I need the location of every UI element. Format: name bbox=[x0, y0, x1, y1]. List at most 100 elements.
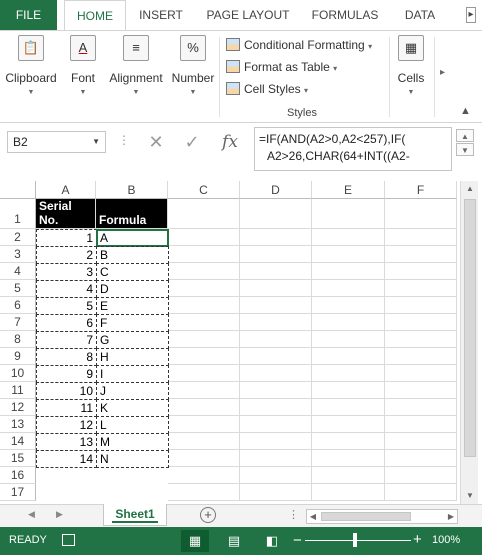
column-header-b[interactable]: B bbox=[96, 181, 168, 199]
enter-icon[interactable]: ✓ bbox=[179, 130, 205, 154]
select-all-corner[interactable] bbox=[0, 181, 36, 199]
row-header-6[interactable]: 6 bbox=[0, 297, 36, 314]
vertical-scrollbar[interactable]: ▲ ▼ bbox=[460, 181, 478, 504]
cell[interactable] bbox=[385, 199, 457, 229]
cell[interactable] bbox=[168, 433, 240, 450]
cell[interactable] bbox=[240, 199, 312, 229]
cell[interactable] bbox=[240, 246, 312, 263]
add-sheet-icon[interactable]: + bbox=[200, 507, 216, 523]
cell[interactable] bbox=[240, 263, 312, 280]
cell-serial[interactable]: 12 bbox=[36, 416, 97, 434]
page-layout-view-icon[interactable]: ▤ bbox=[220, 530, 248, 552]
horizontal-scrollbar[interactable]: ◀ ▶ bbox=[306, 509, 458, 524]
cell[interactable] bbox=[385, 297, 457, 314]
cell[interactable] bbox=[168, 382, 240, 399]
cell[interactable] bbox=[312, 199, 385, 229]
cell[interactable] bbox=[385, 348, 457, 365]
cell[interactable] bbox=[240, 365, 312, 382]
row-header-13[interactable]: 13 bbox=[0, 416, 36, 433]
cell[interactable] bbox=[168, 416, 240, 433]
zoom-slider-knob[interactable] bbox=[353, 533, 357, 547]
cell-b1-header[interactable]: Formula bbox=[96, 199, 168, 229]
cell-formula[interactable]: N bbox=[96, 450, 169, 468]
cell-formula[interactable]: F bbox=[96, 314, 169, 332]
cell-serial[interactable]: 4 bbox=[36, 280, 97, 298]
cell-formula[interactable]: M bbox=[96, 433, 169, 451]
page-break-preview-icon[interactable]: ◧ bbox=[258, 530, 286, 552]
cell[interactable] bbox=[168, 280, 240, 297]
column-header-e[interactable]: E bbox=[312, 181, 385, 199]
scroll-thumb[interactable] bbox=[464, 199, 476, 457]
normal-view-icon[interactable]: ▦ bbox=[181, 530, 209, 552]
chevron-down-icon[interactable]: ▼ bbox=[92, 132, 100, 152]
cell[interactable] bbox=[312, 229, 385, 246]
cell-serial[interactable]: 7 bbox=[36, 331, 97, 349]
cell[interactable] bbox=[312, 467, 385, 484]
cell[interactable] bbox=[168, 246, 240, 263]
cell-formula[interactable]: I bbox=[96, 365, 169, 383]
tab-data[interactable]: DATA bbox=[392, 0, 448, 30]
font-group[interactable]: A Font ▼ bbox=[62, 35, 104, 96]
zoom-level[interactable]: 100% bbox=[432, 534, 460, 546]
column-header-a[interactable]: A bbox=[36, 181, 96, 199]
cell[interactable] bbox=[312, 382, 385, 399]
formula-input[interactable]: =IF(AND(A2>0,A2<257),IF(A2>26,CHAR(64+IN… bbox=[254, 127, 452, 171]
scroll-ribbon-right-icon[interactable]: ▸ bbox=[440, 67, 445, 78]
cell[interactable] bbox=[168, 331, 240, 348]
row-header-1[interactable]: 1 bbox=[0, 199, 36, 229]
cell-serial[interactable]: 9 bbox=[36, 365, 97, 383]
cell-serial[interactable]: 2 bbox=[36, 246, 97, 264]
cell-formula[interactable]: E bbox=[96, 297, 169, 315]
cell[interactable] bbox=[240, 229, 312, 246]
cell[interactable] bbox=[168, 484, 240, 501]
drag-handle-icon[interactable]: ⋮ bbox=[118, 133, 131, 147]
name-box[interactable]: B2 ▼ bbox=[7, 131, 106, 153]
cell-formula[interactable]: G bbox=[96, 331, 169, 349]
row-header-7[interactable]: 7 bbox=[0, 314, 36, 331]
prev-sheet-icon[interactable]: ◀ bbox=[28, 509, 35, 520]
cell[interactable] bbox=[240, 314, 312, 331]
more-tabs-icon[interactable]: ▸ bbox=[466, 7, 476, 23]
cell-formula[interactable]: K bbox=[96, 399, 169, 417]
cell-formula[interactable]: C bbox=[96, 263, 169, 281]
cell[interactable] bbox=[240, 331, 312, 348]
scroll-right-icon[interactable]: ▶ bbox=[445, 510, 457, 523]
zoom-in-icon[interactable]: + bbox=[413, 531, 422, 548]
chevron-down-icon[interactable]: ▼ bbox=[456, 143, 474, 156]
row-header-10[interactable]: 10 bbox=[0, 365, 36, 382]
insert-function-icon[interactable]: fx bbox=[217, 130, 243, 154]
zoom-out-icon[interactable]: − bbox=[293, 532, 302, 549]
formula-scroll[interactable]: ▲ ▼ bbox=[456, 129, 474, 167]
cell[interactable] bbox=[385, 382, 457, 399]
row-header-8[interactable]: 8 bbox=[0, 331, 36, 348]
cell[interactable] bbox=[168, 314, 240, 331]
format-as-table-button[interactable]: Format as Table ▾ bbox=[226, 58, 337, 76]
cell[interactable] bbox=[385, 433, 457, 450]
cell[interactable] bbox=[385, 484, 457, 501]
row-header-9[interactable]: 9 bbox=[0, 348, 36, 365]
row-header-12[interactable]: 12 bbox=[0, 399, 36, 416]
row-header-16[interactable]: 16 bbox=[0, 467, 36, 484]
cell[interactable] bbox=[240, 399, 312, 416]
alignment-group[interactable]: ≡ Alignment ▼ bbox=[106, 35, 166, 96]
cell[interactable] bbox=[168, 467, 240, 484]
column-header-d[interactable]: D bbox=[240, 181, 312, 199]
cell[interactable] bbox=[312, 484, 385, 501]
cell[interactable] bbox=[240, 467, 312, 484]
tab-split-handle-icon[interactable]: ⋮ bbox=[288, 508, 299, 521]
cell[interactable] bbox=[168, 263, 240, 280]
cell[interactable] bbox=[385, 280, 457, 297]
cell[interactable] bbox=[312, 297, 385, 314]
cell-formula[interactable]: B bbox=[96, 246, 169, 264]
cell[interactable] bbox=[312, 416, 385, 433]
cell[interactable] bbox=[240, 433, 312, 450]
cell[interactable] bbox=[240, 416, 312, 433]
cell-formula[interactable]: H bbox=[96, 348, 169, 366]
tab-page-layout[interactable]: PAGE LAYOUT bbox=[198, 0, 298, 30]
macro-recorder-icon[interactable] bbox=[62, 534, 75, 546]
cell[interactable] bbox=[385, 365, 457, 382]
sheet-tab-sheet1[interactable]: Sheet1 bbox=[103, 504, 167, 526]
tab-formulas[interactable]: FORMULAS bbox=[306, 0, 384, 30]
chevron-up-icon[interactable]: ▲ bbox=[456, 129, 474, 142]
cell[interactable] bbox=[240, 382, 312, 399]
